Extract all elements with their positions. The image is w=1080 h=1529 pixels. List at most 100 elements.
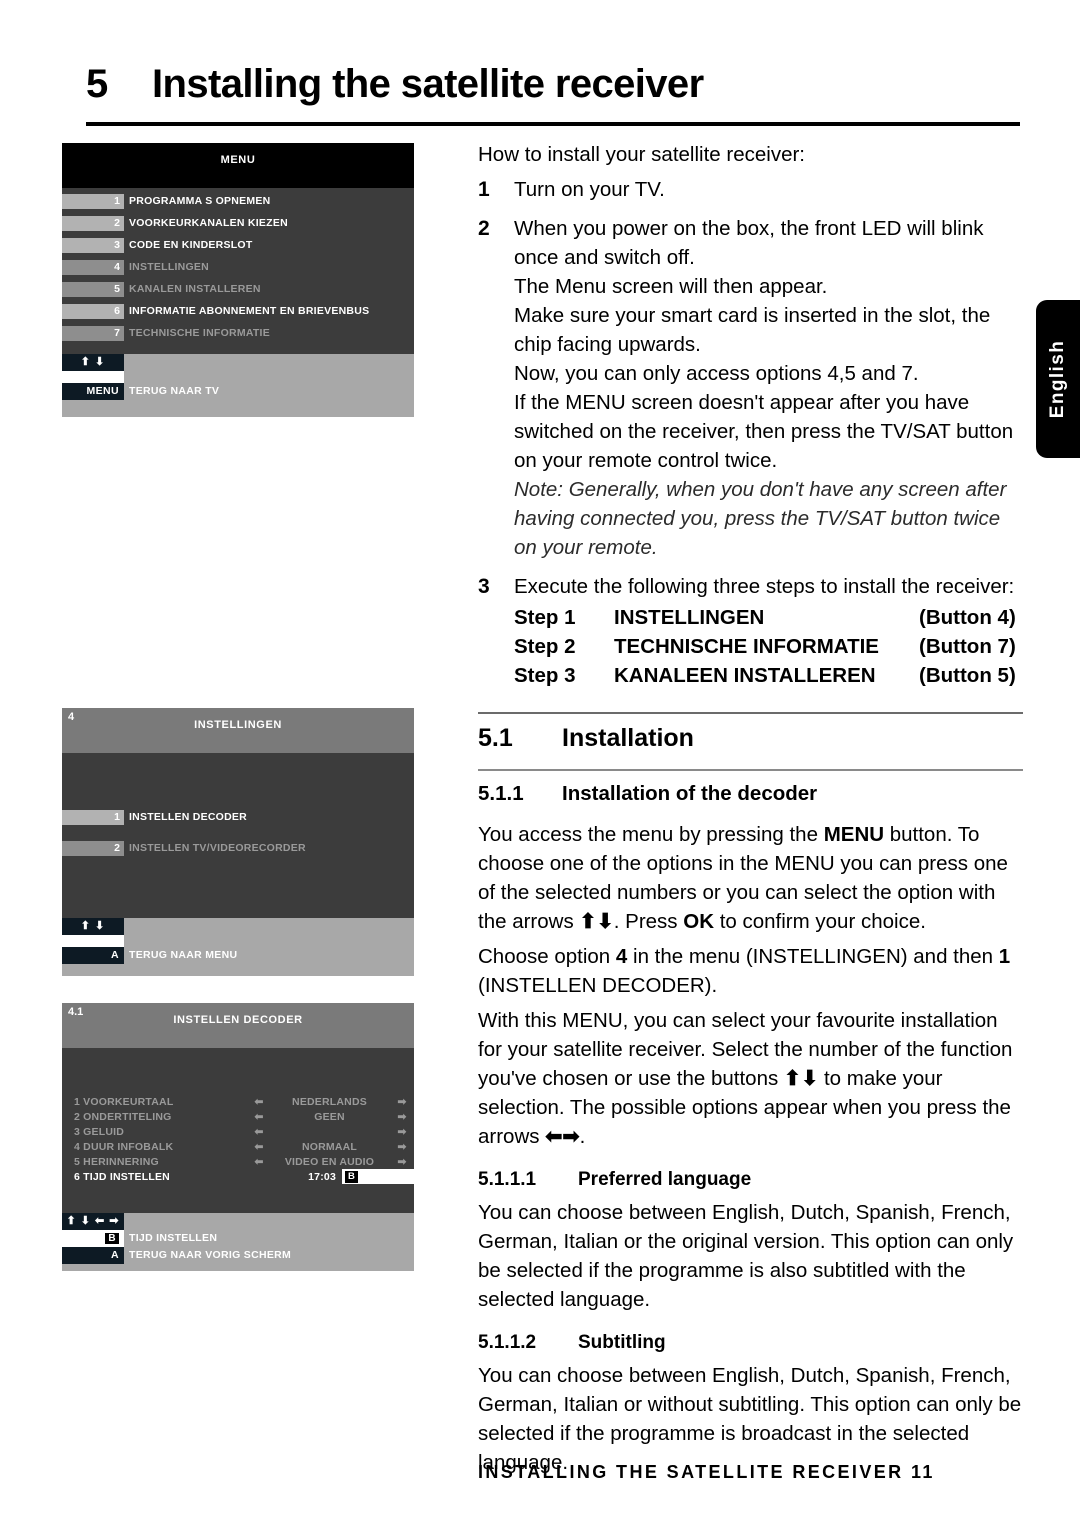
menu-item[interactable]: 6 INFORMATIE ABONNEMENT EN BRIEVENBUS: [62, 304, 414, 319]
menu-item-number: 5: [62, 282, 124, 297]
option-number: 4: [615, 945, 628, 968]
footer-action-row[interactable]: A TERUG NAAR MENU: [62, 947, 414, 964]
text-part: (INSTELLEN DECODER).: [478, 974, 718, 997]
menu-item-label: INSTELLEN TV/VIDEORECORDER: [129, 842, 306, 854]
footer-action-row[interactable]: B TIJD INSTELLEN: [62, 1230, 414, 1247]
footer-action-label: TERUG NAAR TV: [129, 385, 220, 397]
footer-action-row[interactable]: A TERUG NAAR VORIG SCHERM: [62, 1247, 414, 1264]
screen-footer: ⬆ ⬇ A TERUG NAAR MENU: [62, 918, 414, 976]
nav-arrows-label: [124, 1213, 129, 1230]
screen-title: INSTELLEN DECODER: [173, 1014, 303, 1026]
text-part: .: [579, 1125, 586, 1148]
arrow-left-icon[interactable]: ⬅: [249, 1096, 269, 1108]
menu-item[interactable]: 3 CODE EN KINDERSLOT: [62, 238, 414, 253]
setting-name: 5 HERINNERING: [74, 1155, 159, 1168]
intro-paragraph: How to install your satellite receiver:: [478, 143, 805, 166]
key-badge: B: [105, 1233, 119, 1244]
arrow-right-icon[interactable]: ➡: [390, 1126, 414, 1138]
text-part: . Press: [613, 910, 684, 933]
menu-item-number: 2: [62, 216, 124, 231]
arrow-left-icon[interactable]: ⬅: [249, 1126, 269, 1138]
paragraph-menu-access: You access the menu by pressing the MENU…: [478, 820, 1023, 936]
arrow-left-icon[interactable]: ⬅: [249, 1111, 269, 1123]
menu-item-number: 1: [62, 810, 124, 825]
setting-value: GEEN: [314, 1110, 345, 1123]
key-badge-b: B: [345, 1170, 359, 1183]
up-down-arrows-icon: ⬆⬇: [783, 1067, 819, 1090]
setting-row[interactable]: 5 HERINNERING ⬅ VIDEO EN AUDIO ➡: [62, 1154, 414, 1169]
tv-screenshot-menu: MENU 1 PROGRAMMA S OPNEMEN 2 VOORKEURKAN…: [62, 143, 414, 417]
item-text: Execute the following three steps to ins…: [514, 575, 1015, 598]
footer-spacer: [62, 371, 414, 383]
step-row: Step 3 KANALEEN INSTALLEREN (Button 5): [514, 661, 1023, 690]
arrow-left-icon[interactable]: ⬅: [249, 1141, 269, 1153]
footer-action-label: TERUG NAAR MENU: [129, 949, 238, 961]
page-title: 5 Installing the satellite receiver: [86, 62, 1020, 107]
menu-item[interactable]: 7 TECHNISCHE INFORMATIE: [62, 326, 414, 341]
nav-arrows-label: [124, 918, 129, 935]
arrow-right-icon[interactable]: ➡: [390, 1141, 414, 1153]
menu-item-number: 4: [62, 260, 124, 275]
setting-value-time: 17:03: [308, 1170, 336, 1183]
setting-row-active[interactable]: 6 TIJD INSTELLEN 17:03 B: [62, 1169, 414, 1184]
item-line: Now, you can only access options 4,5 and…: [514, 362, 919, 385]
steps-table: Step 1 INSTELLINGEN (Button 4) Step 2 TE…: [514, 603, 1023, 690]
menu-item-label: INSTELLINGEN: [129, 261, 210, 273]
footer-action-row[interactable]: MENU TERUG NAAR TV: [62, 383, 414, 400]
section-divider: [478, 712, 1023, 714]
item-number: 1: [478, 178, 490, 201]
step-label: Step 2: [514, 635, 576, 658]
setting-row[interactable]: 1 VOORKEURTAAL ⬅ NEDERLANDS ➡: [62, 1094, 414, 1109]
menu-item[interactable]: 2 INSTELLEN TV/VIDEORECORDER: [62, 841, 414, 856]
setting-name: 2 ONDERTITELING: [74, 1110, 172, 1123]
arrow-right-icon[interactable]: ➡: [390, 1096, 414, 1108]
arrow-keys-icon: ⬆ ⬇: [62, 354, 124, 371]
subsubsection-number: 5.1.1.2: [478, 1332, 537, 1353]
paragraph-choose-option: Choose option 4 in the menu (INSTELLINGE…: [478, 942, 1023, 1000]
language-tab-english[interactable]: English: [1036, 300, 1080, 458]
setting-name: 3 GELUID: [74, 1125, 125, 1138]
menu-item-label: INSTELLEN DECODER: [129, 811, 248, 823]
numbered-item-2: 2 When you power on the box, the front L…: [478, 214, 1023, 562]
step-button: (Button 7): [919, 635, 1016, 658]
menu-item[interactable]: 1 INSTELLEN DECODER: [62, 810, 414, 825]
screen-footer: ⬆ ⬇ ⬅ ➡ B TIJD INSTELLEN A TERUG NAAR VO…: [62, 1213, 414, 1271]
footer-spacer: [62, 935, 414, 947]
main-content: How to install your satellite receiver: …: [478, 140, 1023, 1483]
subsection-title: Installation of the decoder: [562, 782, 818, 805]
numbered-item-1: 1 Turn on your TV.: [478, 175, 1023, 204]
nav-arrows-row: ⬆ ⬇: [62, 918, 414, 935]
subsubsection-title: Subtitling: [578, 1332, 666, 1353]
header-divider: [86, 122, 1020, 126]
arrow-right-icon[interactable]: ➡: [390, 1111, 414, 1123]
screen-header: MENU: [62, 143, 414, 188]
menu-item[interactable]: 1 PROGRAMMA S OPNEMEN: [62, 194, 414, 209]
setting-row[interactable]: 4 DUUR INFOBALK ⬅ NORMAAL ➡: [62, 1139, 414, 1154]
menu-item[interactable]: 2 VOORKEURKANALEN KIEZEN: [62, 216, 414, 231]
setting-row[interactable]: 3 GELUID ⬅ ➡: [62, 1124, 414, 1139]
step-row: Step 1 INSTELLINGEN (Button 4): [514, 603, 1023, 632]
step-name: KANALEEN INSTALLEREN: [614, 664, 876, 687]
up-down-arrows-icon: ⬆⬇: [579, 910, 614, 933]
text-part: in the menu (INSTELLINGEN) and then: [627, 945, 999, 968]
item-line: The Menu screen will then appear.: [514, 275, 828, 298]
option-number: 1: [998, 945, 1011, 968]
arrow-left-icon[interactable]: ⬅: [249, 1156, 269, 1168]
arrow-right-icon[interactable]: ➡: [390, 1156, 414, 1168]
nav-arrows-row: ⬆ ⬇: [62, 354, 414, 371]
step-name: INSTELLINGEN: [614, 606, 765, 629]
paragraph-subtitling: You can choose between English, Dutch, S…: [478, 1364, 1022, 1474]
menu-item[interactable]: 4 INSTELLINGEN: [62, 260, 414, 275]
footer-action-label: TIJD INSTELLEN: [129, 1232, 218, 1244]
chapter-title: Installing the satellite receiver: [152, 62, 704, 106]
time-entry-field[interactable]: B: [342, 1169, 414, 1184]
screen-header: 4.1 INSTELLEN DECODER: [62, 1003, 414, 1048]
step-button: (Button 4): [919, 606, 1016, 629]
setting-name: 4 DUUR INFOBALK: [74, 1140, 174, 1153]
step-label: Step 1: [514, 606, 576, 629]
setting-row[interactable]: 2 ONDERTITELING ⬅ GEEN ➡: [62, 1109, 414, 1124]
menu-item[interactable]: 5 KANALEN INSTALLEREN: [62, 282, 414, 297]
paragraph-preferred-language: You can choose between English, Dutch, S…: [478, 1201, 1014, 1311]
language-tab-label: English: [1047, 339, 1068, 419]
chapter-number: 5: [86, 62, 108, 106]
